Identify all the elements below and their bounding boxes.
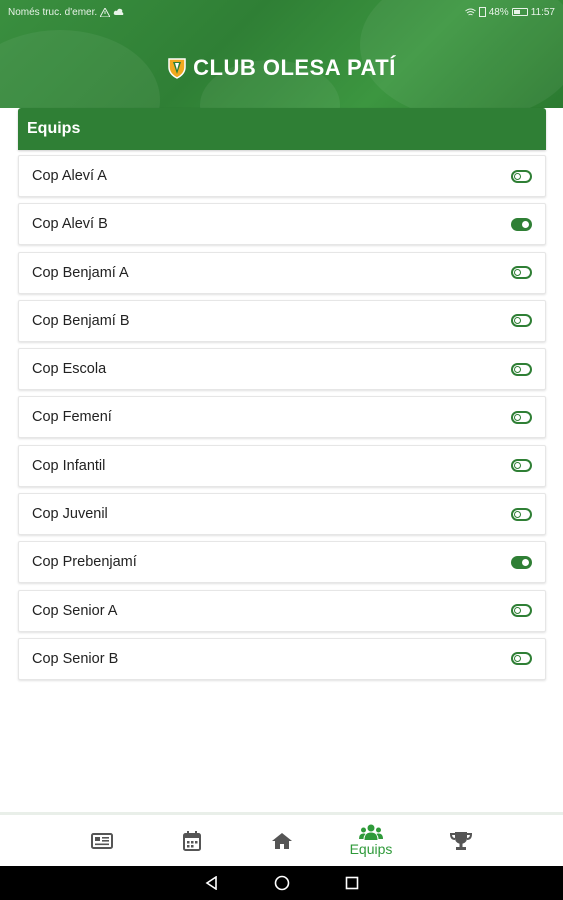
section-header: Equips [18,108,546,150]
team-name: Cop Juvenil [32,506,108,523]
nav-item-home[interactable] [237,815,327,866]
team-follow-toggle[interactable] [511,410,532,424]
system-back-button[interactable] [177,866,247,900]
wifi-icon [464,8,476,15]
team-follow-toggle[interactable] [511,555,532,569]
nav-item-news[interactable] [57,815,147,866]
app-title: CLUB OLESA PATÍ [193,55,396,80]
nav-item-equips[interactable]: Equips [326,815,416,866]
team-follow-toggle[interactable] [511,217,532,231]
home-icon [272,832,292,849]
team-name: Cop Benjamí B [32,312,130,329]
toggle-knob [514,607,521,615]
team-name: Cop Prebenjamí [32,554,137,571]
team-row[interactable]: Cop Infantil [18,444,546,487]
team-name: Cop Infantil [32,457,106,474]
nav-item-trophies[interactable] [416,815,506,866]
status-carrier-text: Només truc. d'emer. [8,6,98,18]
toggle-knob [514,413,521,421]
team-row[interactable]: Cop Benjamí A [18,251,546,294]
system-nav-bar [0,866,563,900]
recents-square-icon [345,876,358,890]
team-follow-toggle[interactable] [511,362,532,376]
team-follow-toggle[interactable] [511,169,532,183]
trophy-icon [450,831,472,850]
toggle-knob [514,317,521,325]
team-row[interactable]: Cop Escola [18,348,546,391]
cloud-icon [113,8,124,15]
team-name: Cop Aleví A [32,168,107,184]
home-circle-icon [274,875,289,891]
system-home-button[interactable] [247,866,317,900]
status-right: 48% 11:57 [464,6,555,18]
nav-label-equips: Equips [349,841,393,857]
toggle-knob [522,220,529,228]
team-row[interactable]: Cop Prebenjamí [18,541,546,584]
team-name: Cop Senior A [32,602,118,619]
team-row[interactable]: Cop Femení [18,396,546,439]
status-bar: Només truc. d'emer. 48% 11:57 [0,0,563,24]
team-name: Cop Femení [32,409,112,426]
team-name: Cop Benjamí A [32,264,129,281]
team-follow-toggle[interactable] [511,604,532,618]
app-header: Només truc. d'emer. 48% 11:57 CLUB OLESA… [0,0,563,108]
team-follow-toggle[interactable] [511,266,532,280]
team-follow-toggle[interactable] [511,459,532,473]
team-follow-toggle[interactable] [511,314,532,328]
team-follow-toggle[interactable] [511,507,532,521]
bottom-nav: Equips [0,812,563,866]
toggle-knob [522,558,529,566]
brand: CLUB OLESA PATÍ [0,55,563,81]
toggle-knob [514,462,521,470]
back-triangle-icon [205,876,217,890]
battery-icon [511,8,528,16]
team-row[interactable]: Cop Senior B [18,637,546,680]
team-row[interactable]: Cop Aleví A [18,155,546,197]
team-row[interactable]: Cop Senior A [18,589,546,632]
calendar-icon [183,830,201,851]
team-row[interactable]: Cop Benjamí B [18,299,546,342]
teams-icon [359,824,383,840]
club-shield-icon [168,58,186,79]
system-recents-button[interactable] [317,866,387,900]
team-name: Cop Escola [32,361,107,378]
news-icon [91,832,113,849]
status-left: Només truc. d'emer. [8,7,124,18]
team-row[interactable]: Cop Juvenil [18,493,546,536]
toggle-knob [514,655,521,663]
team-name: Cop Aleví B [32,216,108,233]
toggle-knob [514,172,521,180]
team-row[interactable]: Cop Aleví B [18,203,546,246]
battery-percent: 48% [488,6,509,18]
section-title: Equips [27,120,81,137]
sim-icon [478,7,486,17]
nav-item-calendar[interactable] [147,815,237,866]
team-follow-toggle[interactable] [511,652,532,666]
toggle-knob [514,510,521,518]
toggle-knob [514,365,521,373]
toggle-knob [514,269,521,277]
team-name: Cop Senior B [32,650,119,667]
team-list: Cop Aleví A Cop Aleví B Cop Benjamí A Cop B… [18,155,546,686]
warning-icon [100,7,111,17]
status-time: 11:57 [530,6,555,18]
